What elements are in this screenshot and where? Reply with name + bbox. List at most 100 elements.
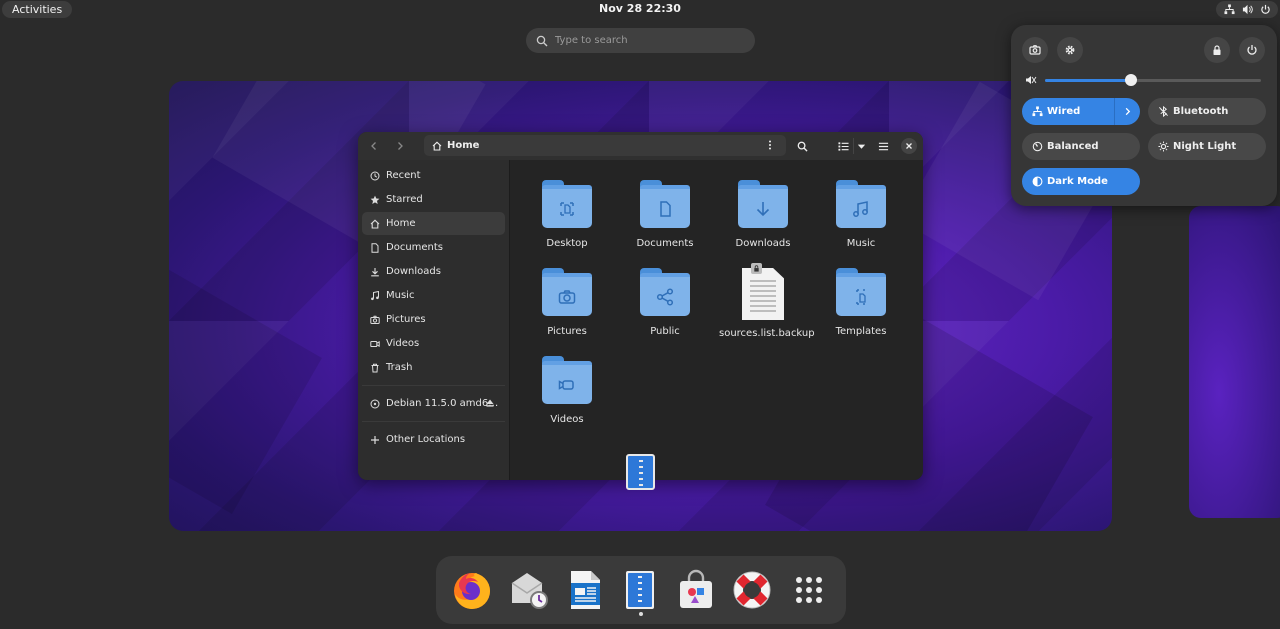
file-item-desktop[interactable]: Desktop [523,180,611,249]
forward-button[interactable] [388,135,412,157]
sidebar-item-starred[interactable]: Starred [362,188,505,211]
sidebar-item-label: Home [386,218,416,229]
running-indicator [639,612,643,616]
file-item-videos[interactable]: Videos [523,356,611,425]
file-item-documents[interactable]: Documents [621,180,709,249]
dark-mode-toggle[interactable]: Dark Mode [1022,168,1140,195]
search-entry[interactable] [526,28,755,53]
sidebar-item-downloads[interactable]: Downloads [362,260,505,283]
system-tray[interactable] [1216,1,1278,18]
file-item-public[interactable]: Public [621,268,709,337]
vertical-dots-icon[interactable] [765,140,775,150]
caret-down-icon [857,144,866,149]
video-icon [558,379,574,390]
dock-app-libreoffice-writer[interactable] [563,568,607,612]
folder-icon [640,268,690,316]
folder-icon [542,180,592,228]
volume-muted-icon[interactable] [1025,74,1037,86]
lock-badge [751,263,762,274]
sidebar-item-videos[interactable]: Videos [362,332,505,355]
disc-icon [370,399,380,408]
files-window[interactable]: Home Recent Starred Home Documents Downl… [358,132,923,480]
screenshot-button[interactable] [1022,37,1048,63]
dock-app-help[interactable] [730,568,774,612]
home-icon [370,219,380,229]
dock-app-firefox[interactable] [450,568,494,612]
trash-icon [371,363,379,372]
eject-icon[interactable] [485,398,495,408]
path-bar[interactable]: Home [424,135,786,156]
sidebar-item-music[interactable]: Music [362,284,505,307]
file-item-pictures[interactable]: Pictures [523,268,611,337]
power-profile-balanced-icon [1032,141,1043,152]
file-item-downloads[interactable]: Downloads [719,180,807,249]
dock-app-software[interactable] [674,568,718,612]
tile-label: Night Light [1173,141,1237,152]
quick-settings-menu: Wired Bluetooth Balanced Night Light Dar… [1011,25,1277,206]
night-light-toggle[interactable]: Night Light [1148,133,1266,160]
sidebar-item-home[interactable]: Home [362,212,505,235]
back-button[interactable] [362,135,386,157]
close-window-button[interactable] [901,138,917,154]
dock-app-evolution[interactable] [507,568,551,612]
chevron-right-icon [1125,107,1131,116]
desktop-icon [560,201,574,216]
sidebar-separator [362,421,505,422]
file-name: Documents [636,238,694,249]
chevron-left-icon [371,142,376,150]
sidebar-item-other-locations[interactable]: Other Locations [362,428,505,451]
file-name: Videos [550,414,584,425]
dock-app-file-roller[interactable] [618,568,662,612]
search-icon [797,141,808,152]
volume-slider[interactable] [1045,74,1261,86]
sidebar-item-trash[interactable]: Trash [362,356,505,379]
settings-button[interactable] [1057,37,1083,63]
bluetooth-toggle[interactable]: Bluetooth [1148,98,1266,125]
main-menu-button[interactable] [875,138,891,154]
sidebar-item-label: Starred [386,194,423,205]
sidebar-item-documents[interactable]: Documents [362,236,505,259]
gear-icon [1065,45,1075,55]
help-lifebuoy-icon [733,571,771,609]
power-off-button[interactable] [1239,37,1265,63]
power-mode-toggle[interactable]: Balanced [1022,133,1140,160]
tile-label: Wired [1047,106,1081,117]
libreoffice-writer-icon [571,571,600,609]
star-icon [370,195,380,204]
lock-screen-button[interactable] [1204,37,1230,63]
path-label[interactable]: Home [447,140,479,151]
sidebar-item-label: Downloads [386,266,441,277]
app-grid-icon [796,577,822,603]
search-input[interactable] [555,35,735,46]
file-name: Templates [835,326,887,337]
sidebar-separator [362,385,505,386]
volume-slider-knob[interactable] [1125,74,1138,86]
file-item-sources-list-backup[interactable]: sources.list.backup [719,268,815,339]
file-item-music[interactable]: Music [817,180,905,249]
view-list-button[interactable] [835,138,851,154]
search-button[interactable] [794,138,810,154]
wired-toggle[interactable]: Wired [1022,98,1140,125]
volume-slider-fill [1045,79,1132,82]
clock-label[interactable]: Nov 28 22:30 [599,2,681,15]
workspace-thumbnail-next[interactable] [1189,206,1280,518]
folder-icon [640,180,690,228]
view-options-button[interactable] [853,138,869,154]
file-grid[interactable]: Desktop Documents Downloads Music Pictur… [511,160,923,480]
sidebar-item-debian-disc[interactable]: Debian 11.5.0 amd6… [362,392,505,415]
home-icon [432,141,442,151]
plus-icon [371,435,379,444]
sidebar-item-recent[interactable]: Recent [362,164,505,187]
document-icon [371,242,379,253]
download-icon [756,201,770,216]
file-name: Desktop [546,238,588,249]
dragged-archiver-icon[interactable] [626,454,655,490]
sidebar-item-pictures[interactable]: Pictures [362,308,505,331]
camera-icon [1029,45,1041,55]
wired-submenu-button[interactable] [1114,98,1140,125]
file-name: Music [846,238,876,249]
activities-button[interactable]: Activities [2,1,73,18]
dock-show-apps[interactable] [787,568,831,612]
file-item-templates[interactable]: Templates [817,268,905,337]
sidebar-item-label: Trash [386,362,413,373]
